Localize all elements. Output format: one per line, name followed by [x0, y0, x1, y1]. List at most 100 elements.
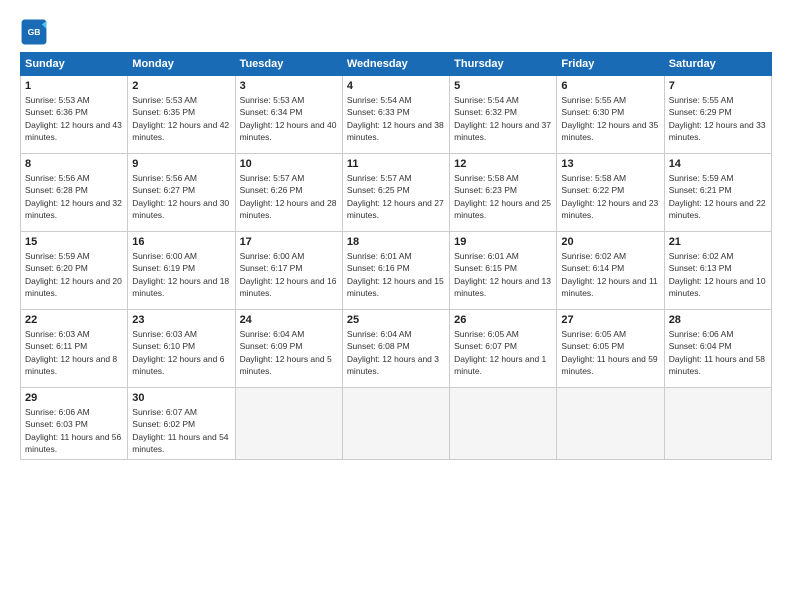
day-number: 28: [669, 314, 767, 326]
day-number: 13: [561, 158, 659, 170]
calendar-cell: 20Sunrise: 6:02 AMSunset: 6:14 PMDayligh…: [557, 232, 664, 310]
day-info: Sunrise: 5:59 AMSunset: 6:21 PMDaylight:…: [669, 173, 766, 220]
day-number: 7: [669, 80, 767, 92]
calendar-cell: 22 Sunrise: 6:03 AMSunset: 6:11 PMDayligh…: [21, 310, 128, 388]
weekday-header: Wednesday: [342, 53, 449, 76]
weekday-header: Saturday: [664, 53, 771, 76]
day-number: 19: [454, 236, 552, 248]
calendar-cell: 14 Sunrise: 5:59 AMSunset: 6:21 PMDayligh…: [664, 154, 771, 232]
day-info: Sunrise: 5:58 AMSunset: 6:23 PMDaylight:…: [454, 173, 551, 220]
calendar-cell: 1 Sunrise: 5:53 AMSunset: 6:36 PMDaylight…: [21, 76, 128, 154]
day-info: Sunrise: 5:57 AMSunset: 6:26 PMDaylight:…: [240, 173, 337, 220]
day-number: 27: [561, 314, 659, 326]
day-number: 23: [132, 314, 230, 326]
calendar-cell: 5 Sunrise: 5:54 AMSunset: 6:32 PMDaylight…: [450, 76, 557, 154]
calendar-cell: 6 Sunrise: 5:55 AMSunset: 6:30 PMDaylight…: [557, 76, 664, 154]
weekday-header: Sunday: [21, 53, 128, 76]
day-info: Sunrise: 6:05 AMSunset: 6:07 PMDaylight:…: [454, 329, 546, 376]
day-info: Sunrise: 5:57 AMSunset: 6:25 PMDaylight:…: [347, 173, 444, 220]
day-info: Sunrise: 6:03 AMSunset: 6:11 PMDaylight:…: [25, 329, 117, 376]
weekday-header: Monday: [128, 53, 235, 76]
day-info: Sunrise: 5:53 AMSunset: 6:36 PMDaylight:…: [25, 95, 122, 142]
day-info: Sunrise: 6:07 AMSunset: 6:02 PMDaylight:…: [132, 407, 228, 454]
day-info: Sunrise: 6:05 AMSunset: 6:05 PMDaylight:…: [561, 329, 657, 376]
day-number: 9: [132, 158, 230, 170]
calendar-table: SundayMondayTuesdayWednesdayThursdayFrid…: [20, 52, 772, 460]
day-number: 21: [669, 236, 767, 248]
logo: GB: [20, 18, 52, 46]
calendar-cell: 2 Sunrise: 5:53 AMSunset: 6:35 PMDaylight…: [128, 76, 235, 154]
calendar-cell: [557, 388, 664, 460]
day-number: 29: [25, 392, 123, 404]
logo-icon: GB: [20, 18, 48, 46]
day-number: 1: [25, 80, 123, 92]
calendar-cell: 11 Sunrise: 5:57 AMSunset: 6:25 PMDayligh…: [342, 154, 449, 232]
day-number: 15: [25, 236, 123, 248]
calendar-cell: 7 Sunrise: 5:55 AMSunset: 6:29 PMDaylight…: [664, 76, 771, 154]
day-info: Sunrise: 6:01 AMSunset: 6:15 PMDaylight:…: [454, 251, 551, 298]
calendar-cell: 18 Sunrise: 6:01 AMSunset: 6:16 PMDayligh…: [342, 232, 449, 310]
day-info: Sunrise: 5:56 AMSunset: 6:27 PMDaylight:…: [132, 173, 229, 220]
calendar-cell: 17 Sunrise: 6:00 AMSunset: 6:17 PMDayligh…: [235, 232, 342, 310]
day-number: 5: [454, 80, 552, 92]
weekday-header: Friday: [557, 53, 664, 76]
day-number: 26: [454, 314, 552, 326]
day-number: 16: [132, 236, 230, 248]
calendar-cell: 9 Sunrise: 5:56 AMSunset: 6:27 PMDaylight…: [128, 154, 235, 232]
calendar-cell: 26 Sunrise: 6:05 AMSunset: 6:07 PMDayligh…: [450, 310, 557, 388]
calendar-cell: 16 Sunrise: 6:00 AMSunset: 6:19 PMDayligh…: [128, 232, 235, 310]
calendar-cell: [342, 388, 449, 460]
calendar-cell: [450, 388, 557, 460]
calendar-cell: 24 Sunrise: 6:04 AMSunset: 6:09 PMDayligh…: [235, 310, 342, 388]
day-number: 3: [240, 80, 338, 92]
calendar-cell: 4 Sunrise: 5:54 AMSunset: 6:33 PMDaylight…: [342, 76, 449, 154]
weekday-header: Tuesday: [235, 53, 342, 76]
day-info: Sunrise: 5:59 AMSunset: 6:20 PMDaylight:…: [25, 251, 122, 298]
day-number: 14: [669, 158, 767, 170]
calendar-cell: 25Sunrise: 6:04 AMSunset: 6:08 PMDayligh…: [342, 310, 449, 388]
day-number: 22: [25, 314, 123, 326]
day-info: Sunrise: 5:58 AMSunset: 6:22 PMDaylight:…: [561, 173, 658, 220]
calendar-cell: 23Sunrise: 6:03 AMSunset: 6:10 PMDayligh…: [128, 310, 235, 388]
day-number: 4: [347, 80, 445, 92]
calendar-page: GB SundayMondayTuesdayWednesdayThursdayF…: [0, 0, 792, 612]
calendar-cell: 15 Sunrise: 5:59 AMSunset: 6:20 PMDayligh…: [21, 232, 128, 310]
calendar-cell: 28 Sunrise: 6:06 AMSunset: 6:04 PMDayligh…: [664, 310, 771, 388]
day-info: Sunrise: 6:04 AMSunset: 6:08 PMDaylight:…: [347, 329, 439, 376]
day-info: Sunrise: 6:02 AMSunset: 6:13 PMDaylight:…: [669, 251, 766, 298]
day-number: 6: [561, 80, 659, 92]
day-number: 12: [454, 158, 552, 170]
day-number: 24: [240, 314, 338, 326]
day-info: Sunrise: 6:06 AMSunset: 6:04 PMDaylight:…: [669, 329, 765, 376]
day-info: Sunrise: 5:55 AMSunset: 6:30 PMDaylight:…: [561, 95, 658, 142]
calendar-cell: 21 Sunrise: 6:02 AMSunset: 6:13 PMDayligh…: [664, 232, 771, 310]
day-number: 11: [347, 158, 445, 170]
calendar-cell: 19 Sunrise: 6:01 AMSunset: 6:15 PMDayligh…: [450, 232, 557, 310]
day-info: Sunrise: 6:04 AMSunset: 6:09 PMDaylight:…: [240, 329, 332, 376]
day-number: 2: [132, 80, 230, 92]
day-info: Sunrise: 6:00 AMSunset: 6:19 PMDaylight:…: [132, 251, 229, 298]
day-info: Sunrise: 5:55 AMSunset: 6:29 PMDaylight:…: [669, 95, 766, 142]
calendar-cell: [664, 388, 771, 460]
calendar-cell: 10 Sunrise: 5:57 AMSunset: 6:26 PMDayligh…: [235, 154, 342, 232]
day-number: 10: [240, 158, 338, 170]
calendar-cell: 27 Sunrise: 6:05 AMSunset: 6:05 PMDayligh…: [557, 310, 664, 388]
day-info: Sunrise: 6:02 AMSunset: 6:14 PMDaylight:…: [561, 251, 657, 298]
day-number: 30: [132, 392, 230, 404]
svg-text:GB: GB: [28, 27, 41, 37]
day-info: Sunrise: 6:00 AMSunset: 6:17 PMDaylight:…: [240, 251, 337, 298]
calendar-cell: 12 Sunrise: 5:58 AMSunset: 6:23 PMDayligh…: [450, 154, 557, 232]
calendar-cell: 13 Sunrise: 5:58 AMSunset: 6:22 PMDayligh…: [557, 154, 664, 232]
day-number: 17: [240, 236, 338, 248]
day-number: 8: [25, 158, 123, 170]
day-info: Sunrise: 5:54 AMSunset: 6:33 PMDaylight:…: [347, 95, 444, 142]
day-info: Sunrise: 6:06 AMSunset: 6:03 PMDaylight:…: [25, 407, 121, 454]
calendar-cell: [235, 388, 342, 460]
calendar-cell: 30 Sunrise: 6:07 AMSunset: 6:02 PMDayligh…: [128, 388, 235, 460]
day-info: Sunrise: 5:54 AMSunset: 6:32 PMDaylight:…: [454, 95, 551, 142]
weekday-header: Thursday: [450, 53, 557, 76]
day-number: 18: [347, 236, 445, 248]
day-info: Sunrise: 6:01 AMSunset: 6:16 PMDaylight:…: [347, 251, 444, 298]
day-info: Sunrise: 5:53 AMSunset: 6:35 PMDaylight:…: [132, 95, 229, 142]
day-info: Sunrise: 5:53 AMSunset: 6:34 PMDaylight:…: [240, 95, 337, 142]
